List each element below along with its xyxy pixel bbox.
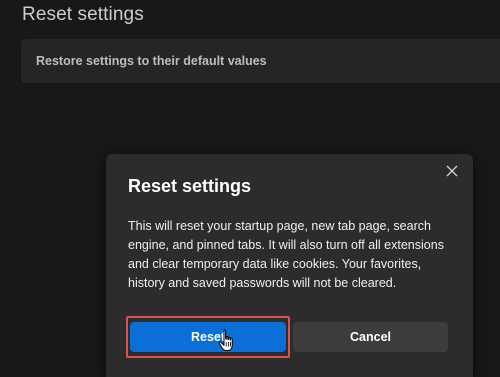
cancel-button[interactable]: Cancel: [293, 322, 448, 352]
reset-settings-dialog: Reset settings This will reset your star…: [106, 154, 473, 377]
reset-button[interactable]: Reset: [130, 322, 286, 352]
close-icon: [446, 165, 458, 177]
dialog-title: Reset settings: [128, 176, 252, 196]
dialog-message: This will reset your startup page, new t…: [128, 219, 444, 290]
close-button[interactable]: [439, 158, 465, 184]
